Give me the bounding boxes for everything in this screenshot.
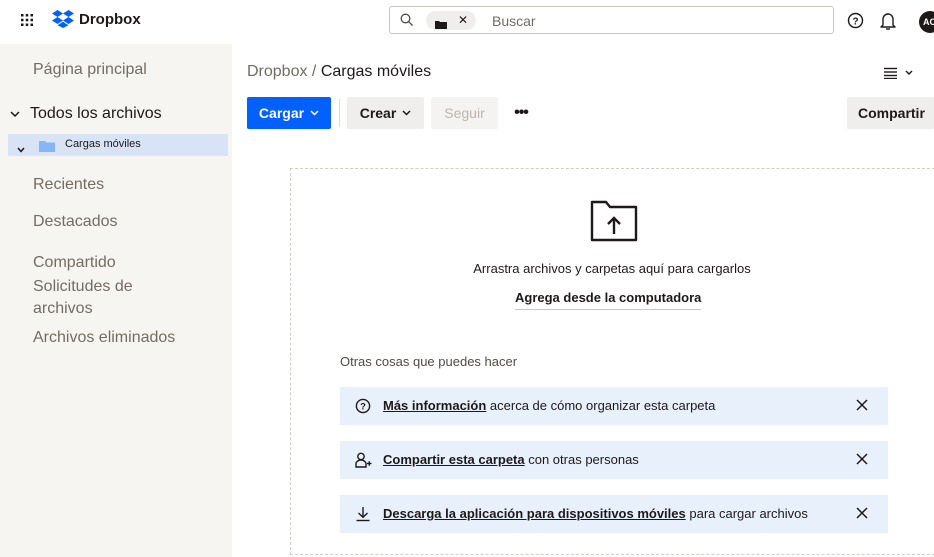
add-from-computer-link[interactable]: Agrega desde la computadora (515, 290, 702, 310)
top-bar: Dropbox ✕ ? AC (0, 0, 934, 44)
search-input[interactable] (492, 11, 792, 30)
suggestion-description: con otras personas (524, 452, 639, 467)
suggestion-text: Descarga la aplicación para dispositivos… (383, 506, 808, 521)
suggestion-card-share-folder: Compartir esta carpeta con otras persona… (340, 441, 888, 479)
breadcrumb-separator: / (307, 63, 321, 80)
avatar[interactable]: AC (919, 11, 934, 33)
svg-text:?: ? (852, 16, 858, 27)
suggestion-card-learn-more: ? Más información acerca de cómo organiz… (340, 387, 888, 425)
folder-filter-chip[interactable]: ✕ (426, 11, 476, 30)
help-icon[interactable]: ? (847, 12, 864, 34)
sidebar-item-file-requests[interactable]: Solicitudes de archivos (33, 276, 173, 320)
suggestion-description: acerca de cómo organizar esta carpeta (486, 398, 716, 413)
logo-text: Dropbox (79, 10, 141, 28)
chevron-down-icon (310, 110, 319, 116)
create-button[interactable]: Crear (347, 97, 424, 129)
sidebar-item-starred[interactable]: Destacados (33, 211, 118, 233)
close-icon[interactable] (856, 452, 868, 470)
suggestion-description: para cargar archivos (685, 506, 808, 521)
view-options-button[interactable] (884, 66, 918, 84)
sidebar: Página principal Todos los archivos Carg… (0, 44, 232, 557)
chevron-down-icon (10, 110, 20, 117)
create-label: Crear (359, 105, 397, 121)
dropbox-logo-icon (52, 10, 74, 28)
search-icon (400, 13, 414, 32)
follow-button[interactable]: Seguir (431, 97, 498, 129)
close-icon[interactable] (856, 506, 868, 524)
svg-text:?: ? (360, 402, 366, 413)
breadcrumb-root[interactable]: Dropbox (247, 63, 307, 80)
folder-upload-icon (590, 198, 640, 247)
suggestion-card-mobile-app: Descarga la aplicación para dispositivos… (340, 495, 888, 533)
share-folder-link[interactable]: Compartir esta carpeta (383, 452, 525, 467)
chevron-down-icon[interactable] (17, 140, 25, 158)
sidebar-folder-cargas-moviles[interactable]: Cargas móviles (8, 134, 228, 156)
sidebar-folder-label: Cargas móviles (65, 138, 141, 150)
drag-instructions: Arrastra archivos y carpetas aquí para c… (473, 261, 751, 276)
more-options-button[interactable]: ••• (508, 97, 534, 129)
close-icon[interactable] (856, 398, 868, 416)
sidebar-item-shared[interactable]: Compartido (33, 252, 116, 274)
sidebar-item-home[interactable]: Página principal (33, 59, 147, 81)
help-icon: ? (355, 398, 371, 419)
toolbar-divider (339, 99, 340, 127)
dropbox-logo[interactable]: Dropbox (52, 10, 141, 28)
download-icon (355, 506, 371, 527)
upload-button[interactable]: Cargar (247, 97, 331, 129)
sidebar-item-deleted-files[interactable]: Archivos eliminados (33, 327, 175, 349)
upload-label: Cargar (258, 105, 305, 121)
app-grid-icon[interactable] (20, 13, 34, 27)
share-person-icon (355, 452, 372, 473)
notification-bell-icon[interactable] (879, 11, 897, 36)
folder-icon (39, 139, 55, 157)
sidebar-item-all-files[interactable]: Todos los archivos (10, 105, 162, 123)
clear-filter-icon[interactable]: ✕ (458, 13, 468, 27)
sidebar-item-label: Todos los archivos (30, 105, 162, 122)
mobile-app-link[interactable]: Descarga la aplicación para dispositivos… (383, 506, 686, 521)
sidebar-item-recent[interactable]: Recientes (33, 174, 104, 196)
learn-more-link[interactable]: Más información (383, 398, 486, 413)
suggestions-title: Otras cosas que puedes hacer (340, 354, 518, 369)
suggestion-text: Más información acerca de cómo organizar… (383, 398, 715, 413)
breadcrumb: Dropbox / Cargas móviles (247, 63, 431, 81)
suggestion-text: Compartir esta carpeta con otras persona… (383, 452, 639, 467)
search-bar[interactable]: ✕ (389, 6, 834, 34)
page-title: Cargas móviles (320, 63, 432, 80)
chevron-down-icon (402, 110, 411, 116)
folder-icon (435, 16, 447, 34)
share-button[interactable]: Compartir (847, 97, 934, 129)
